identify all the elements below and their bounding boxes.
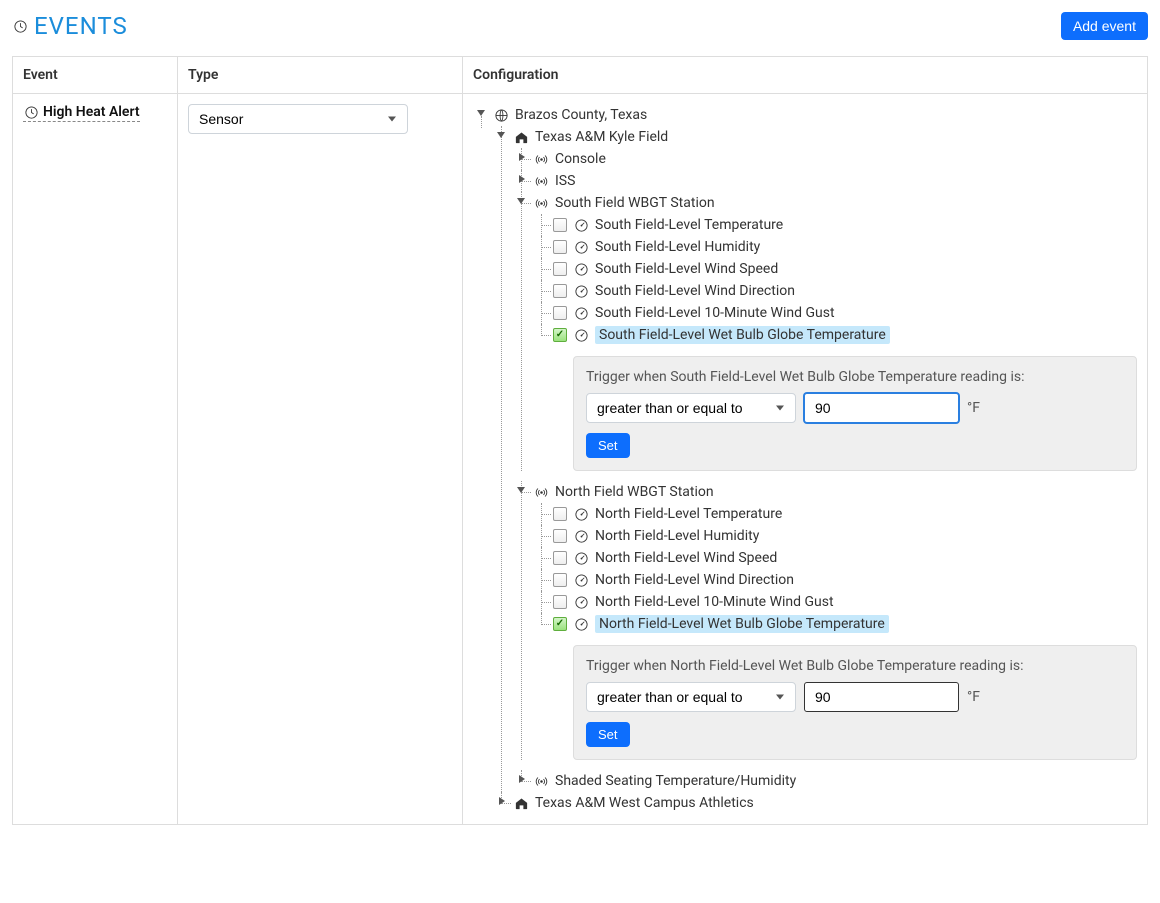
- event-type-select[interactable]: Sensor: [188, 104, 408, 134]
- trigger-set-button[interactable]: Set: [586, 433, 630, 458]
- antenna-icon: [533, 151, 549, 167]
- tree-node-north-station[interactable]: North Field WBGT Station: [555, 484, 714, 500]
- trigger-operator-select[interactable]: greater than or equal to: [586, 682, 796, 712]
- page-title-text: EVENTS: [34, 12, 128, 40]
- gauge-icon: [573, 261, 589, 277]
- sensor-north-humidity[interactable]: North Field-Level Humidity: [595, 528, 759, 544]
- sensor-north-windspeed[interactable]: North Field-Level Wind Speed: [595, 550, 777, 566]
- column-header-config: Configuration: [463, 57, 1148, 94]
- tree-toggle[interactable]: [495, 797, 507, 809]
- sensor-south-windspeed[interactable]: South Field-Level Wind Speed: [595, 261, 778, 277]
- tree-toggle[interactable]: [495, 131, 507, 143]
- sensor-checkbox[interactable]: [553, 328, 567, 342]
- tree-toggle[interactable]: [475, 109, 487, 121]
- antenna-icon: [533, 173, 549, 189]
- tree-toggle[interactable]: [515, 486, 527, 498]
- sensor-checkbox[interactable]: [553, 240, 567, 254]
- sensor-south-wbgt[interactable]: South Field-Level Wet Bulb Globe Tempera…: [595, 326, 890, 344]
- event-name-text: High Heat Alert: [43, 104, 140, 120]
- home-icon: [513, 129, 529, 145]
- sensor-checkbox[interactable]: [553, 262, 567, 276]
- sensor-north-winddir[interactable]: North Field-Level Wind Direction: [595, 572, 794, 588]
- gauge-icon: [573, 528, 589, 544]
- gauge-icon: [573, 305, 589, 321]
- sensor-north-gust[interactable]: North Field-Level 10-Minute Wind Gust: [595, 594, 834, 610]
- trigger-unit: °F: [967, 400, 980, 416]
- sensor-tree: Brazos County, Texas Texas A&M Kyle Fiel…: [473, 104, 1137, 814]
- event-name-link[interactable]: High Heat Alert: [23, 104, 140, 122]
- tree-node-shaded[interactable]: Shaded Seating Temperature/Humidity: [555, 773, 796, 789]
- sensor-south-winddir[interactable]: South Field-Level Wind Direction: [595, 283, 795, 299]
- tree-node-console[interactable]: Console: [555, 151, 606, 167]
- trigger-set-button[interactable]: Set: [586, 722, 630, 747]
- sensor-checkbox[interactable]: [553, 218, 567, 232]
- events-table: Event Type Configuration High Heat Alert…: [12, 56, 1148, 825]
- gauge-icon: [573, 594, 589, 610]
- tree-node-iss[interactable]: ISS: [555, 173, 575, 189]
- gauge-icon: [573, 217, 589, 233]
- gauge-icon: [573, 506, 589, 522]
- globe-icon: [493, 107, 509, 123]
- tree-toggle[interactable]: [515, 775, 527, 787]
- sensor-north-temp[interactable]: North Field-Level Temperature: [595, 506, 782, 522]
- gauge-icon: [573, 616, 589, 632]
- trigger-panel-north: Trigger when North Field-Level Wet Bulb …: [573, 645, 1137, 760]
- gauge-icon: [573, 283, 589, 299]
- home-icon: [513, 795, 529, 811]
- sensor-north-wbgt[interactable]: North Field-Level Wet Bulb Globe Tempera…: [595, 615, 889, 633]
- tree-toggle[interactable]: [515, 175, 527, 187]
- gauge-icon: [573, 550, 589, 566]
- sensor-south-gust[interactable]: South Field-Level 10-Minute Wind Gust: [595, 305, 835, 321]
- tree-node-site[interactable]: Texas A&M Kyle Field: [535, 129, 668, 145]
- tree-node-site[interactable]: Texas A&M West Campus Athletics: [535, 795, 754, 811]
- gauge-icon: [573, 239, 589, 255]
- sensor-checkbox[interactable]: [553, 573, 567, 587]
- sensor-checkbox[interactable]: [553, 507, 567, 521]
- gauge-icon: [573, 327, 589, 343]
- trigger-unit: °F: [967, 689, 980, 705]
- table-row: High Heat Alert Sensor: [13, 94, 1148, 825]
- antenna-icon: [533, 773, 549, 789]
- antenna-icon: [533, 484, 549, 500]
- column-header-type: Type: [178, 57, 463, 94]
- trigger-value-input[interactable]: [804, 393, 959, 423]
- trigger-operator-select[interactable]: greater than or equal to: [586, 393, 796, 423]
- sensor-south-temp[interactable]: South Field-Level Temperature: [595, 217, 783, 233]
- clock-icon: [12, 18, 28, 34]
- trigger-value-input[interactable]: [804, 682, 959, 712]
- sensor-south-humidity[interactable]: South Field-Level Humidity: [595, 239, 760, 255]
- tree-toggle[interactable]: [515, 153, 527, 165]
- sensor-checkbox[interactable]: [553, 617, 567, 631]
- page-title: EVENTS: [12, 12, 128, 40]
- gauge-icon: [573, 572, 589, 588]
- sensor-checkbox[interactable]: [553, 306, 567, 320]
- column-header-event: Event: [13, 57, 178, 94]
- tree-node-county[interactable]: Brazos County, Texas: [515, 107, 647, 123]
- trigger-prompt: Trigger when North Field-Level Wet Bulb …: [586, 658, 1124, 674]
- trigger-prompt: Trigger when South Field-Level Wet Bulb …: [586, 369, 1124, 385]
- sensor-checkbox[interactable]: [553, 529, 567, 543]
- tree-toggle[interactable]: [515, 197, 527, 209]
- tree-node-south-station[interactable]: South Field WBGT Station: [555, 195, 715, 211]
- sensor-checkbox[interactable]: [553, 551, 567, 565]
- sensor-checkbox[interactable]: [553, 284, 567, 298]
- sensor-checkbox[interactable]: [553, 595, 567, 609]
- antenna-icon: [533, 195, 549, 211]
- trigger-panel-south: Trigger when South Field-Level Wet Bulb …: [573, 356, 1137, 471]
- add-event-button[interactable]: Add event: [1061, 12, 1148, 40]
- clock-icon: [23, 104, 39, 120]
